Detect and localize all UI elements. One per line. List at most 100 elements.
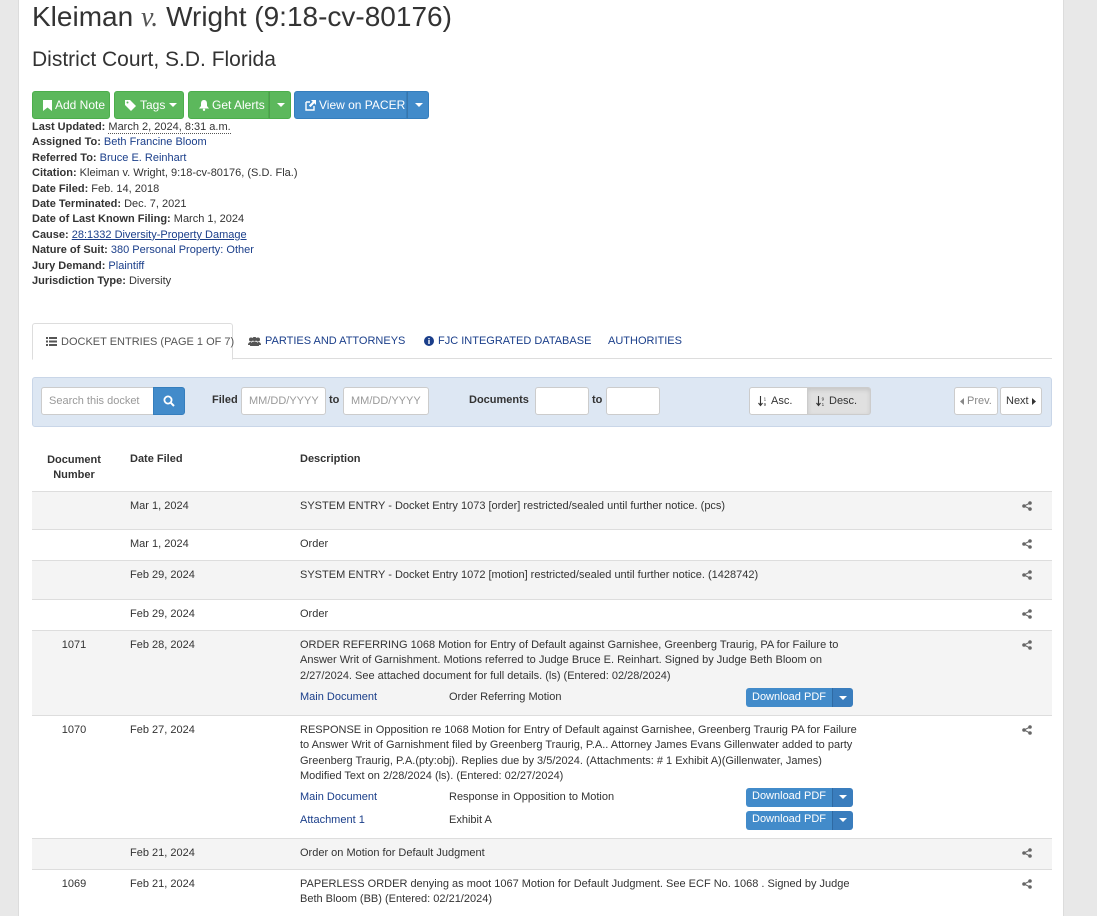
jury-demand-link[interactable]: Plaintiff bbox=[108, 260, 144, 272]
tab-authorities[interactable]: Authorities bbox=[595, 323, 695, 359]
referred-judge-link[interactable]: Bruce E. Reinhart bbox=[100, 152, 187, 164]
table-row: Feb 29, 2024 SYSTEM ENTRY - Docket Entry… bbox=[32, 560, 1052, 599]
chevron-down-icon bbox=[277, 103, 285, 107]
meta-cause: Cause: 28:1332 Diversity-Property Damage bbox=[32, 228, 247, 241]
download-pdf-button[interactable]: Download PDF bbox=[746, 688, 853, 708]
case-metadata: Last Updated: March 2, 2024, 8:31 a.m. A… bbox=[32, 120, 298, 289]
share-icon[interactable] bbox=[1022, 848, 1032, 858]
cause-link[interactable]: 28:1332 Diversity-Property Damage bbox=[72, 229, 247, 241]
tab-parties-attorneys[interactable]: Parties and Attorneys bbox=[235, 323, 418, 359]
add-note-button[interactable]: Add Note bbox=[32, 91, 110, 119]
meta-referred-to: Referred To: Bruce E. Reinhart bbox=[32, 151, 187, 164]
filed-from-input[interactable]: MM/DD/YYYY bbox=[241, 387, 326, 415]
docket-filter-bar: Search this docket Filed MM/DD/YYYY to M… bbox=[32, 377, 1052, 427]
document-line: Attachment 1 Exhibit A Download PDF bbox=[300, 810, 860, 834]
share-icon[interactable] bbox=[1022, 570, 1032, 580]
chevron-right-icon bbox=[1031, 397, 1036, 405]
sort-asc-icon: 19 bbox=[758, 395, 768, 407]
row-date: Feb 29, 2024 bbox=[130, 569, 195, 581]
chevron-down-icon bbox=[415, 103, 423, 107]
row-date: Feb 28, 2024 bbox=[130, 639, 195, 651]
row-date: Feb 21, 2024 bbox=[130, 847, 195, 859]
chevron-down-icon[interactable] bbox=[831, 688, 853, 708]
meta-date-terminated: Date Terminated: Dec. 7, 2021 bbox=[32, 198, 187, 211]
tags-button[interactable]: Tags bbox=[114, 91, 184, 119]
alerts-dropdown-toggle[interactable] bbox=[269, 91, 291, 119]
search-button[interactable] bbox=[153, 387, 185, 415]
share-icon[interactable] bbox=[1022, 501, 1032, 511]
col-description: Description bbox=[300, 453, 361, 465]
document-line: Main Document Response in Opposition to … bbox=[300, 787, 860, 811]
tab-fjc-database[interactable]: FJC Integrated Database bbox=[411, 323, 604, 359]
docket-table: Document Number Date Filed Description M… bbox=[32, 441, 1052, 915]
row-description: RESPONSE in Opposition re 1068 Motion fo… bbox=[300, 724, 857, 783]
col-date-filed: Date Filed bbox=[130, 453, 183, 465]
versus-text: v. bbox=[140, 2, 159, 33]
row-description-block: RESPONSE in Opposition re 1068 Motion fo… bbox=[300, 723, 860, 834]
chevron-down-icon[interactable] bbox=[831, 810, 853, 830]
document-line: Main Document Order Referring Motion Dow… bbox=[300, 688, 860, 711]
view-on-pacer-button[interactable]: View on PACER bbox=[294, 91, 407, 119]
row-description: Order on Motion for Default Judgment bbox=[300, 847, 485, 859]
sort-asc-button[interactable]: 19 Asc. bbox=[749, 387, 808, 415]
action-toolbar: Add Note Tags Get Alerts View on PACER bbox=[32, 91, 429, 119]
row-description: SYSTEM ENTRY - Docket Entry 1073 [order]… bbox=[300, 500, 726, 512]
meta-date-filed: Date Filed: Feb. 14, 2018 bbox=[32, 182, 160, 195]
meta-citation: Citation: Kleiman v. Wright, 9:18-cv-801… bbox=[32, 167, 298, 180]
row-description: ORDER REFERRING 1068 Motion for Entry of… bbox=[300, 639, 839, 682]
sort-desc-button[interactable]: 91 Desc. bbox=[807, 387, 871, 415]
svg-text:1: 1 bbox=[822, 402, 825, 407]
row-description: SYSTEM ENTRY - Docket Entry 1072 [motion… bbox=[300, 569, 759, 581]
table-header: Document Number Date Filed Description bbox=[32, 441, 1052, 491]
citation-value: Kleiman v. Wright, 9:18-cv-80176, (S.D. … bbox=[79, 167, 298, 180]
documents-from-input[interactable] bbox=[535, 387, 589, 415]
row-description: Order bbox=[300, 538, 329, 550]
search-input[interactable]: Search this docket bbox=[41, 387, 154, 415]
nature-of-suit-link[interactable]: 380 Personal Property: Other bbox=[111, 244, 254, 256]
filed-to-input[interactable]: MM/DD/YYYY bbox=[343, 387, 429, 415]
share-icon[interactable] bbox=[1022, 640, 1032, 650]
documents-label: Documents bbox=[469, 394, 529, 406]
search-icon bbox=[163, 395, 175, 407]
row-description: PAPERLESS ORDER denying as moot 1067 Mot… bbox=[300, 878, 850, 906]
sort-desc-icon: 91 bbox=[816, 395, 826, 407]
next-page-button[interactable]: Next bbox=[1000, 387, 1042, 415]
attachment-link[interactable]: Attachment 1 bbox=[300, 813, 365, 828]
table-row: Mar 1, 2024 SYSTEM ENTRY - Docket Entry … bbox=[32, 491, 1052, 529]
share-icon[interactable] bbox=[1022, 539, 1032, 549]
row-doc-number: 1069 bbox=[61, 878, 87, 890]
get-alerts-button[interactable]: Get Alerts bbox=[188, 91, 269, 119]
table-row: Feb 29, 2024 Order bbox=[32, 599, 1052, 630]
last-filing-value: March 1, 2024 bbox=[173, 213, 245, 226]
download-pdf-button[interactable]: Download PDF bbox=[746, 810, 853, 830]
main-document-link[interactable]: Main Document bbox=[300, 790, 377, 805]
row-date: Feb 27, 2024 bbox=[130, 724, 195, 736]
last-updated-value: March 2, 2024, 8:31 a.m. bbox=[108, 121, 231, 134]
tab-label: Docket Entries (Page 1 of 7) bbox=[61, 335, 235, 348]
row-date: Feb 21, 2024 bbox=[130, 878, 195, 890]
docket-tabs: Docket Entries (Page 1 of 7) Parties and… bbox=[32, 323, 1052, 360]
court-name: District Court, S.D. Florida bbox=[32, 48, 276, 71]
assigned-judge-link[interactable]: Beth Francine Bloom bbox=[104, 136, 207, 148]
users-icon bbox=[248, 336, 261, 346]
chevron-down-icon[interactable] bbox=[831, 787, 853, 807]
meta-nature-of-suit: Nature of Suit: 380 Personal Property: O… bbox=[32, 244, 254, 257]
tab-label: Parties and Attorneys bbox=[265, 335, 406, 347]
share-icon[interactable] bbox=[1022, 725, 1032, 735]
external-link-icon bbox=[305, 99, 316, 111]
bell-icon bbox=[199, 99, 209, 111]
documents-to-input[interactable] bbox=[606, 387, 660, 415]
pacer-dropdown-toggle[interactable] bbox=[407, 91, 429, 119]
share-icon[interactable] bbox=[1022, 609, 1032, 619]
info-circle-icon bbox=[424, 336, 434, 346]
share-icon[interactable] bbox=[1022, 879, 1032, 889]
table-row: 1070 Feb 27, 2024 RESPONSE in Opposition… bbox=[32, 715, 1052, 838]
tab-docket-entries[interactable]: Docket Entries (Page 1 of 7) bbox=[32, 323, 235, 360]
documents-to-label: to bbox=[592, 394, 603, 406]
download-pdf-button[interactable]: Download PDF bbox=[746, 787, 853, 807]
tab-label: FJC Integrated Database bbox=[438, 335, 592, 347]
main-document-link[interactable]: Main Document bbox=[300, 690, 377, 705]
document-type: Exhibit A bbox=[449, 813, 492, 826]
page-title: Kleiman v. Wright (9:18-cv-80176) bbox=[32, 1, 452, 34]
prev-page-button[interactable]: Prev. bbox=[954, 387, 998, 415]
